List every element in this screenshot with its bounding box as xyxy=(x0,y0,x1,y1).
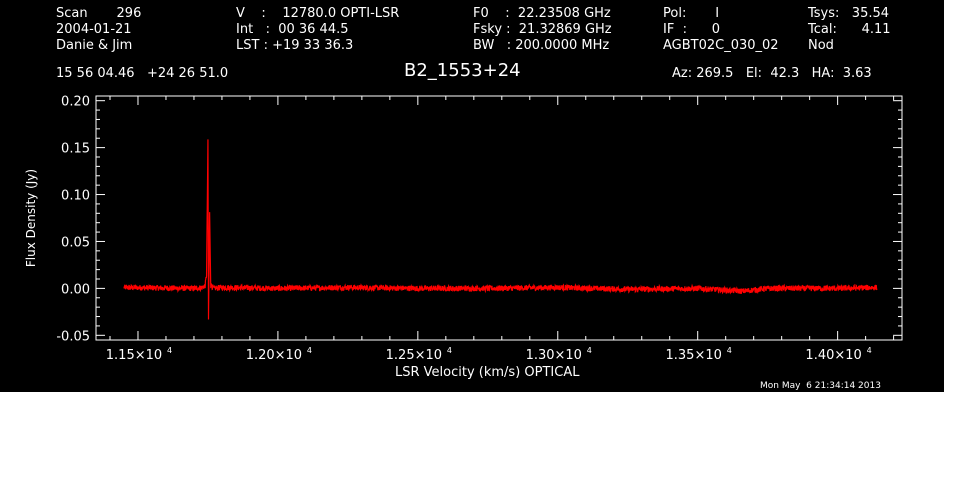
x-tick-exponent: 4 xyxy=(167,346,172,355)
y-tick-label: 0.20 xyxy=(61,95,90,110)
x-tick-label: 1.20×10 xyxy=(246,348,302,363)
y-tick-labels: -0.05 0.00 0.05 0.10 0.15 0.20 xyxy=(56,95,90,345)
x-tick-exponent: 4 xyxy=(307,346,312,355)
plot-panel: Scan 296 V : 12780.0 OPTI-LSR F0 : 22.23… xyxy=(0,0,944,392)
y-tick-label: 0.00 xyxy=(61,282,90,297)
x-tick-label: 1.15×10 xyxy=(106,348,162,363)
x-tick-label: 1.25×10 xyxy=(386,348,442,363)
y-tick-label: -0.05 xyxy=(56,329,90,344)
x-tick-exponent: 4 xyxy=(867,346,872,355)
y-tick-label: 0.15 xyxy=(61,142,90,157)
x-tick-exponent: 4 xyxy=(727,346,732,355)
x-tick-label: 1.35×10 xyxy=(666,348,722,363)
plot-frame xyxy=(95,95,903,341)
x-tick-label: 1.30×10 xyxy=(526,348,582,363)
x-tick-exponent: 4 xyxy=(447,346,452,355)
tick-marks xyxy=(96,96,902,340)
x-tick-exponent: 4 xyxy=(587,346,592,355)
x-tick-labels: 1.15×10 4 1.20×10 4 1.25×10 4 1.30×10 4 1.35×10 4… xyxy=(106,346,872,363)
spectrum-line xyxy=(123,139,878,320)
y-tick-label: 0.10 xyxy=(61,189,90,204)
x-tick-label: 1.40×10 xyxy=(805,348,861,363)
spectrum-chart: -0.05 0.00 0.05 0.10 0.15 0.20 1.15×10 4 1.20×1… xyxy=(56,95,903,363)
spectrum-series xyxy=(123,139,878,320)
axes-frame xyxy=(95,95,903,341)
y-tick-label: 0.05 xyxy=(61,235,90,250)
